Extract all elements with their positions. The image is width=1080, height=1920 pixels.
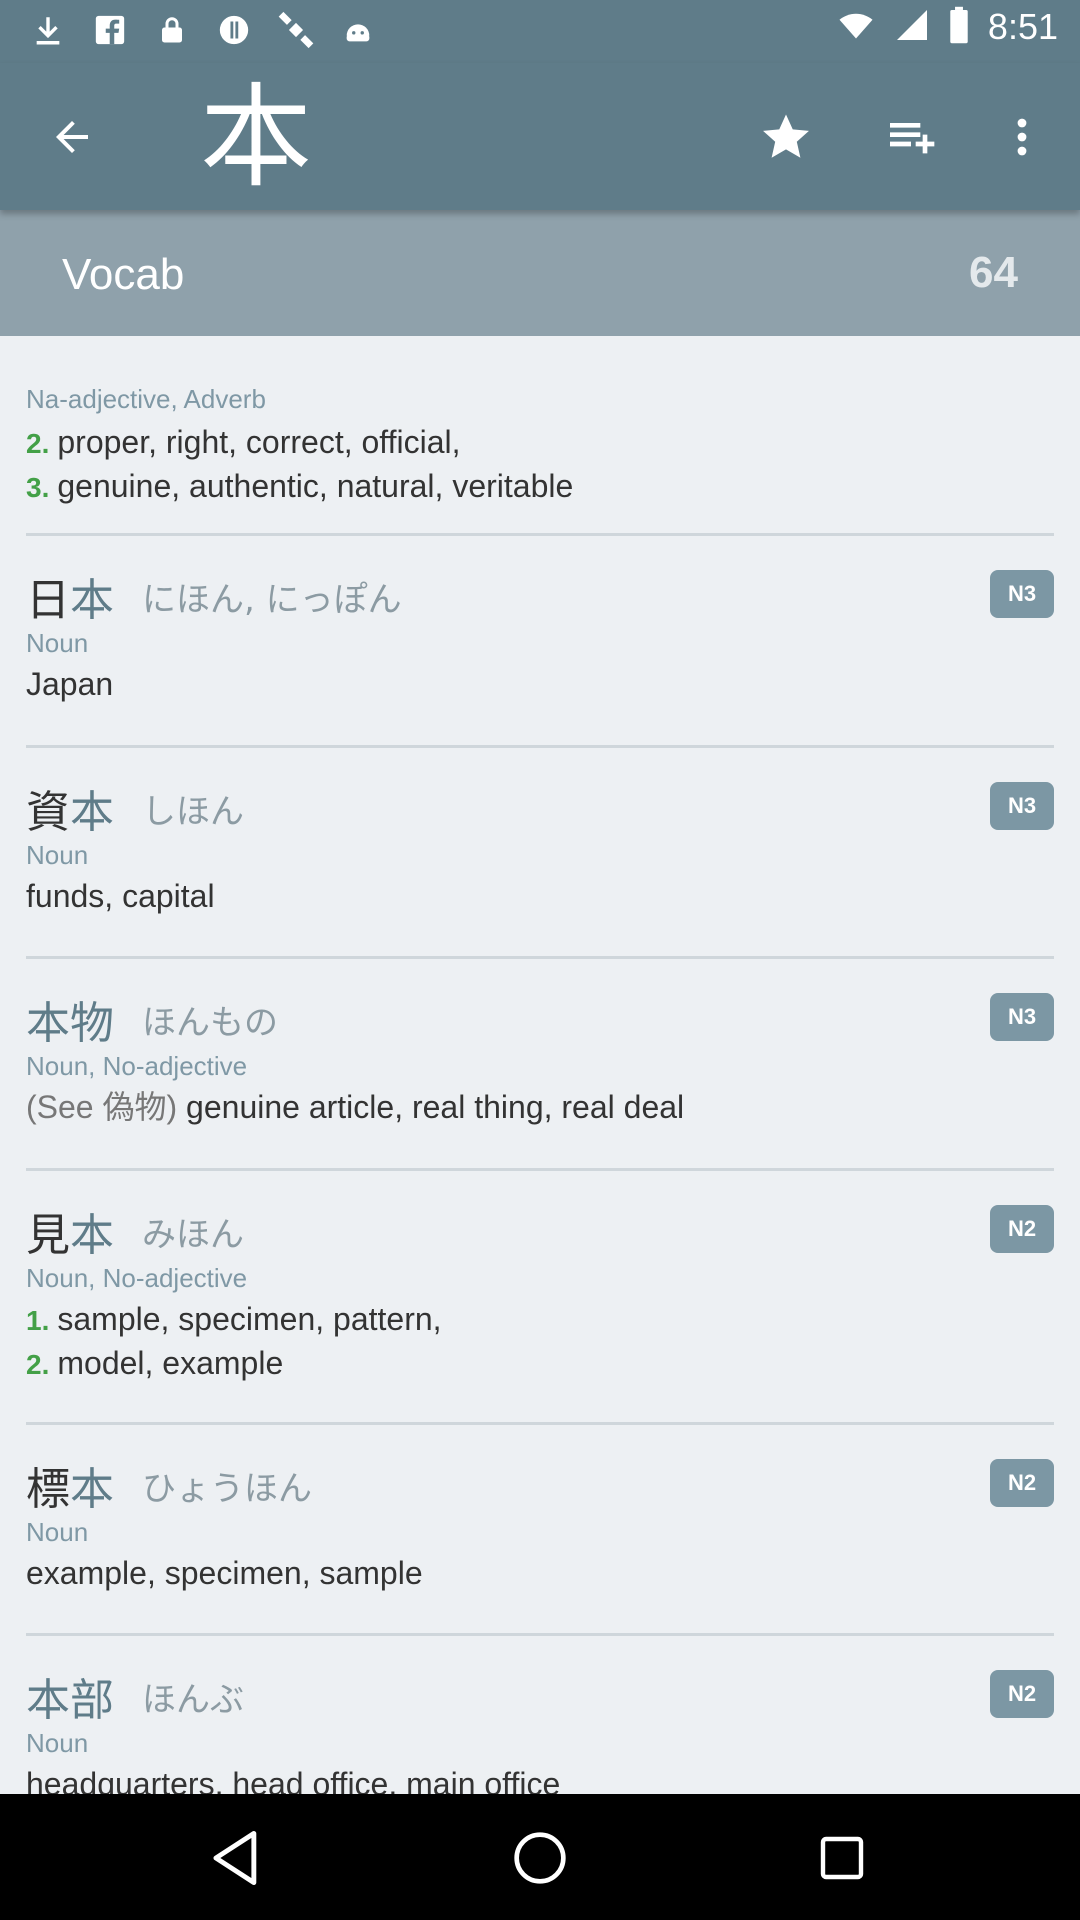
vocab-reading: ほんもの — [142, 1002, 278, 1043]
arrow-back-icon — [56, 121, 88, 153]
vocab-section-header[interactable]: Vocab 64 — [0, 210, 1080, 336]
vocab-list[interactable]: Na-adjective, Adverb 2. proper, right, co… — [0, 336, 1080, 1794]
vocab-reading: にほん, にっぽん — [142, 579, 402, 620]
list-item[interactable]: 日本 にほん, にっぽん N3 Noun Japan — [0, 536, 1080, 748]
meaning-line: (See 偽物) genuine article, real thing, re… — [26, 1089, 685, 1125]
nav-recents-button[interactable] — [806, 1822, 878, 1894]
jlpt-level-badge: N3 — [990, 570, 1054, 618]
star-icon — [763, 114, 809, 158]
part-of-speech: Noun — [26, 1517, 89, 1547]
wifi-icon — [836, 7, 876, 47]
vocab-kanji: 資本 — [26, 787, 114, 838]
back-triangle-icon — [213, 1831, 257, 1885]
clock: 8:51 — [987, 6, 1058, 47]
part-of-speech: Noun — [26, 628, 89, 658]
favorite-button[interactable] — [750, 101, 822, 173]
more-options-button[interactable] — [986, 101, 1058, 173]
status-bar: 8:51 — [0, 0, 1080, 63]
part-of-speech: Noun — [26, 1728, 89, 1758]
page-title: 本 — [200, 73, 312, 203]
jlpt-level-badge: N3 — [990, 782, 1054, 830]
battery-icon — [948, 6, 970, 48]
meaning-line: headquarters, head office, main office — [26, 1766, 561, 1794]
jlpt-level-badge: N3 — [990, 993, 1054, 1041]
part-of-speech: Noun, No-adjective — [26, 1263, 248, 1293]
part-of-speech: Na-adjective, Adverb — [26, 384, 266, 414]
meaning-line: 3. genuine, authentic, natural, veritable — [26, 468, 574, 504]
app-bar: 本 — [0, 63, 1080, 210]
section-title: Vocab — [62, 250, 185, 299]
list-item[interactable]: 標本 ひょうほん N2 Noun example, specimen, samp… — [0, 1425, 1080, 1636]
more-vert-icon — [1017, 118, 1027, 156]
list-item[interactable]: 見本 みほん N2 Noun, No-adjective 1. sample, s… — [0, 1171, 1080, 1425]
vocab-kanji: 標本 — [26, 1464, 114, 1515]
vocab-kanji: 本物 — [26, 998, 114, 1049]
part-of-speech: Noun — [26, 840, 89, 870]
meaning-line: 2. proper, right, correct, official, — [26, 424, 461, 460]
list-item[interactable]: 本物 ほんもの N3 Noun, No-adjective (See 偽物) g… — [0, 959, 1080, 1171]
vocab-kanji: 本部 — [26, 1675, 114, 1726]
part-of-speech: Noun, No-adjective — [26, 1051, 248, 1081]
jlpt-level-badge: N2 — [990, 1670, 1054, 1718]
meaning-line: example, specimen, sample — [26, 1555, 423, 1591]
meaning-line: 1. sample, specimen, pattern, — [26, 1301, 442, 1337]
meaning-line: Japan — [26, 666, 114, 702]
nav-home-button[interactable] — [504, 1822, 576, 1894]
vocab-kanji: 見本 — [26, 1210, 114, 1261]
jlpt-level-badge: N2 — [990, 1459, 1054, 1507]
facebook-icon — [90, 10, 130, 50]
nav-back-button[interactable] — [200, 1822, 272, 1894]
playlist-add-icon — [890, 123, 935, 154]
fake-gps-icon — [214, 10, 254, 50]
home-circle-icon — [514, 1832, 566, 1884]
vocab-reading: ひょうほん — [142, 1468, 312, 1509]
navigation-bar — [0, 1794, 1080, 1920]
meaning-line: 2. model, example — [26, 1345, 284, 1381]
vocab-kanji: 日本 — [26, 575, 114, 626]
vocab-reading: しほん — [142, 791, 244, 832]
list-item[interactable]: Na-adjective, Adverb 2. proper, right, co… — [0, 336, 1080, 536]
jlpt-level-badge: N2 — [990, 1205, 1054, 1253]
vocab-reading: ほんぶ — [142, 1679, 244, 1720]
vocab-reading: みほん — [142, 1214, 244, 1255]
back-button[interactable] — [36, 101, 108, 173]
signal-icon — [894, 7, 930, 47]
satellite-icon — [276, 10, 316, 50]
android-icon — [338, 10, 378, 50]
add-to-list-button[interactable] — [875, 101, 947, 173]
vocab-count: 64 — [969, 248, 1018, 297]
download-icon — [28, 10, 68, 50]
meaning-line: funds, capital — [26, 878, 215, 914]
list-item[interactable]: 資本 しほん N3 Noun funds, capital — [0, 748, 1080, 959]
list-item[interactable]: 本部 ほんぶ N2 Noun headquarters, head office… — [0, 1636, 1080, 1794]
recents-square-icon — [820, 1836, 864, 1880]
lock-icon — [152, 10, 192, 50]
